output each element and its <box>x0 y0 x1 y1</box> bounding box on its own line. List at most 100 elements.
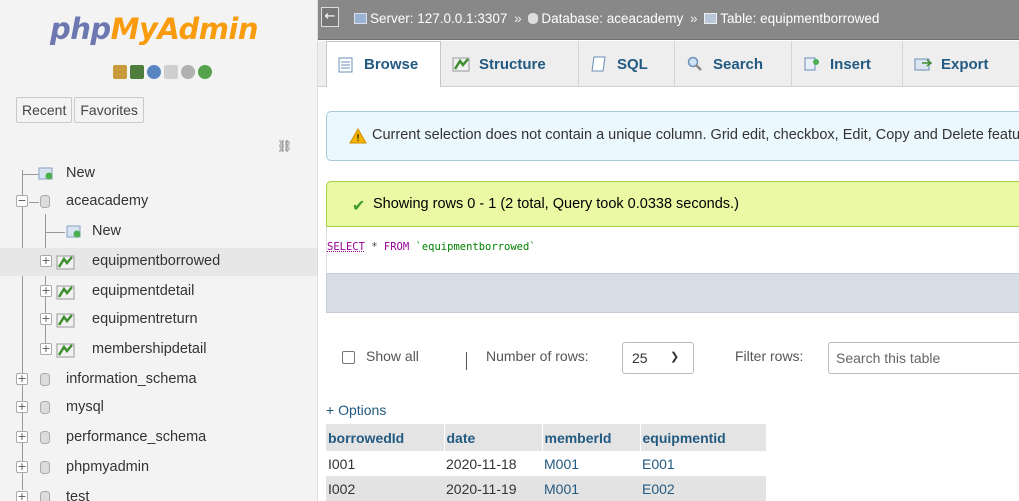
results-table: borrowedId date memberId equipmentid I00… <box>326 424 767 501</box>
breadcrumb-separator: » <box>514 11 522 26</box>
tree-item-table-equipmentreturn[interactable]: + equipmentreturn <box>0 306 317 334</box>
tab-browse[interactable]: Browse <box>326 41 441 87</box>
tree-label: equipmentdetail <box>92 283 195 299</box>
tree-label: equipmentborrowed <box>92 253 221 269</box>
cell-equipmentid-link[interactable]: E002 <box>640 476 766 501</box>
structure-icon <box>452 57 470 72</box>
tab-export[interactable]: Export <box>904 41 1019 87</box>
tree-item-db-test[interactable]: + test <box>0 484 317 501</box>
tree-label: mysql <box>66 399 104 415</box>
tree-item-db-phpmyadmin[interactable]: + phpmyadmin <box>0 454 317 482</box>
tree-label: performance_schema <box>66 429 207 445</box>
tab-label: Search <box>713 55 764 73</box>
tab-search[interactable]: Search <box>676 41 792 87</box>
link-chain-icon[interactable]: ⛓ <box>277 139 292 153</box>
sql-keyword-select[interactable]: SELECT <box>327 241 365 253</box>
filter-rows-input[interactable] <box>828 342 1019 374</box>
logo-part-myadmin: MyAdmin <box>110 12 259 46</box>
docs-icon[interactable] <box>164 65 178 79</box>
expand-icon[interactable]: + <box>40 285 52 297</box>
tree-item-db-performance-schema[interactable]: + performance_schema <box>0 424 317 452</box>
expand-icon[interactable]: + <box>16 373 28 385</box>
tree-item-new-database[interactable]: New <box>0 160 317 188</box>
help-icon[interactable] <box>147 65 161 79</box>
expand-icon[interactable]: + <box>40 343 52 355</box>
tree-label: information_schema <box>66 371 197 387</box>
expand-icon[interactable]: + <box>16 461 28 473</box>
breadcrumb-separator: » <box>690 11 698 26</box>
reload-icon[interactable] <box>198 65 212 79</box>
expand-icon[interactable]: + <box>40 313 52 325</box>
svg-text:!: ! <box>356 133 360 144</box>
sql-icon <box>591 56 606 72</box>
tree-item-aceacademy[interactable]: − aceacademy <box>0 188 317 216</box>
cell-equipmentid-link[interactable]: E001 <box>640 451 766 476</box>
database-icon <box>40 431 50 444</box>
navigation-controls: Show all Number of rows: 25 ❯ Filter row… <box>326 340 1019 376</box>
success-message: ✔ Showing rows 0 - 1 (2 total, Query too… <box>326 181 1019 227</box>
home-icon[interactable] <box>113 65 127 79</box>
sql-query-box: SELECT * FROM `equipmentborrowed` <box>326 227 1019 273</box>
cell-memberid-link[interactable]: M001 <box>542 451 640 476</box>
tree-label: test <box>66 489 90 501</box>
expand-icon[interactable]: + <box>16 431 28 443</box>
new-icon <box>66 225 81 238</box>
table-row: I001 2020-11-18 M001 E001 <box>326 451 766 476</box>
show-all-checkbox[interactable] <box>342 351 355 364</box>
breadcrumb-database[interactable]: Database: aceacademy <box>541 11 683 26</box>
column-header-memberid[interactable]: memberId <box>542 424 641 451</box>
tree-item-db-mysql[interactable]: + mysql <box>0 394 317 422</box>
server-icon <box>354 13 367 24</box>
database-icon <box>528 13 539 24</box>
tab-label: SQL <box>617 55 648 73</box>
tree-item-table-equipmentborrowed[interactable]: + equipmentborrowed <box>0 248 317 276</box>
options-link[interactable]: + Options <box>326 402 386 418</box>
tree-item-new-table[interactable]: New <box>0 218 317 246</box>
tree-item-table-membershipdetail[interactable]: + membershipdetail <box>0 336 317 364</box>
collapse-navigation-button[interactable]: ← <box>321 7 339 27</box>
table-menu-tabs: Browse Structure SQL Search Insert Expor… <box>318 41 1019 87</box>
breadcrumb-bar: ← Server: 127.0.0.1:3307 » Database: ace… <box>318 0 1019 40</box>
logo-part-php: php <box>49 12 111 46</box>
breadcrumb-table[interactable]: Table: equipmentborrowed <box>720 11 879 26</box>
favorites-tab[interactable]: Favorites <box>74 97 144 123</box>
column-header-borrowedid[interactable]: borrowedId <box>326 424 445 451</box>
tree-label: phpmyadmin <box>66 459 150 475</box>
sql-query-code[interactable]: SELECT * FROM `equipmentborrowed` <box>327 241 536 253</box>
tab-insert[interactable]: Insert <box>793 41 903 87</box>
database-icon <box>40 461 50 474</box>
number-of-rows-select[interactable]: 25 ❯ <box>622 342 694 374</box>
warning-text: Current selection does not contain a uni… <box>372 127 1019 143</box>
expand-icon[interactable]: + <box>16 491 28 501</box>
tab-structure[interactable]: Structure <box>442 41 579 87</box>
tree-item-table-equipmentdetail[interactable]: + equipmentdetail <box>0 278 317 306</box>
show-all-label: Show all <box>366 348 419 364</box>
tab-label: Browse <box>364 56 419 73</box>
settings-gear-icon[interactable] <box>181 65 195 79</box>
new-icon <box>38 167 53 180</box>
controls-separator <box>466 352 467 370</box>
database-icon <box>40 491 50 501</box>
column-header-equipmentid[interactable]: equipmentid <box>640 424 767 451</box>
sql-star: * <box>364 241 384 253</box>
tab-sql[interactable]: SQL <box>580 41 675 87</box>
expand-icon[interactable]: + <box>40 255 52 267</box>
filter-rows-label: Filter rows: <box>735 348 804 364</box>
column-header-date[interactable]: date <box>444 424 543 451</box>
table-icon <box>56 255 75 270</box>
table-icon <box>56 343 75 358</box>
nav-quick-icons <box>113 65 212 79</box>
recent-tab[interactable]: Recent <box>16 97 73 123</box>
logout-icon[interactable] <box>130 65 144 79</box>
browse-icon <box>338 57 353 72</box>
cell-borrowedid: I002 <box>326 476 444 501</box>
insert-icon <box>804 57 819 71</box>
expand-icon[interactable]: + <box>16 401 28 413</box>
collapse-icon[interactable]: − <box>16 195 28 207</box>
breadcrumb-server[interactable]: Server: 127.0.0.1:3307 <box>370 11 507 26</box>
tree-item-db-information-schema[interactable]: + information_schema <box>0 366 317 394</box>
tree-label: aceacademy <box>66 193 149 209</box>
cell-memberid-link[interactable]: M001 <box>542 476 640 501</box>
export-icon <box>914 58 932 71</box>
phpmyadmin-logo[interactable]: phpMyAdmin <box>14 12 294 46</box>
